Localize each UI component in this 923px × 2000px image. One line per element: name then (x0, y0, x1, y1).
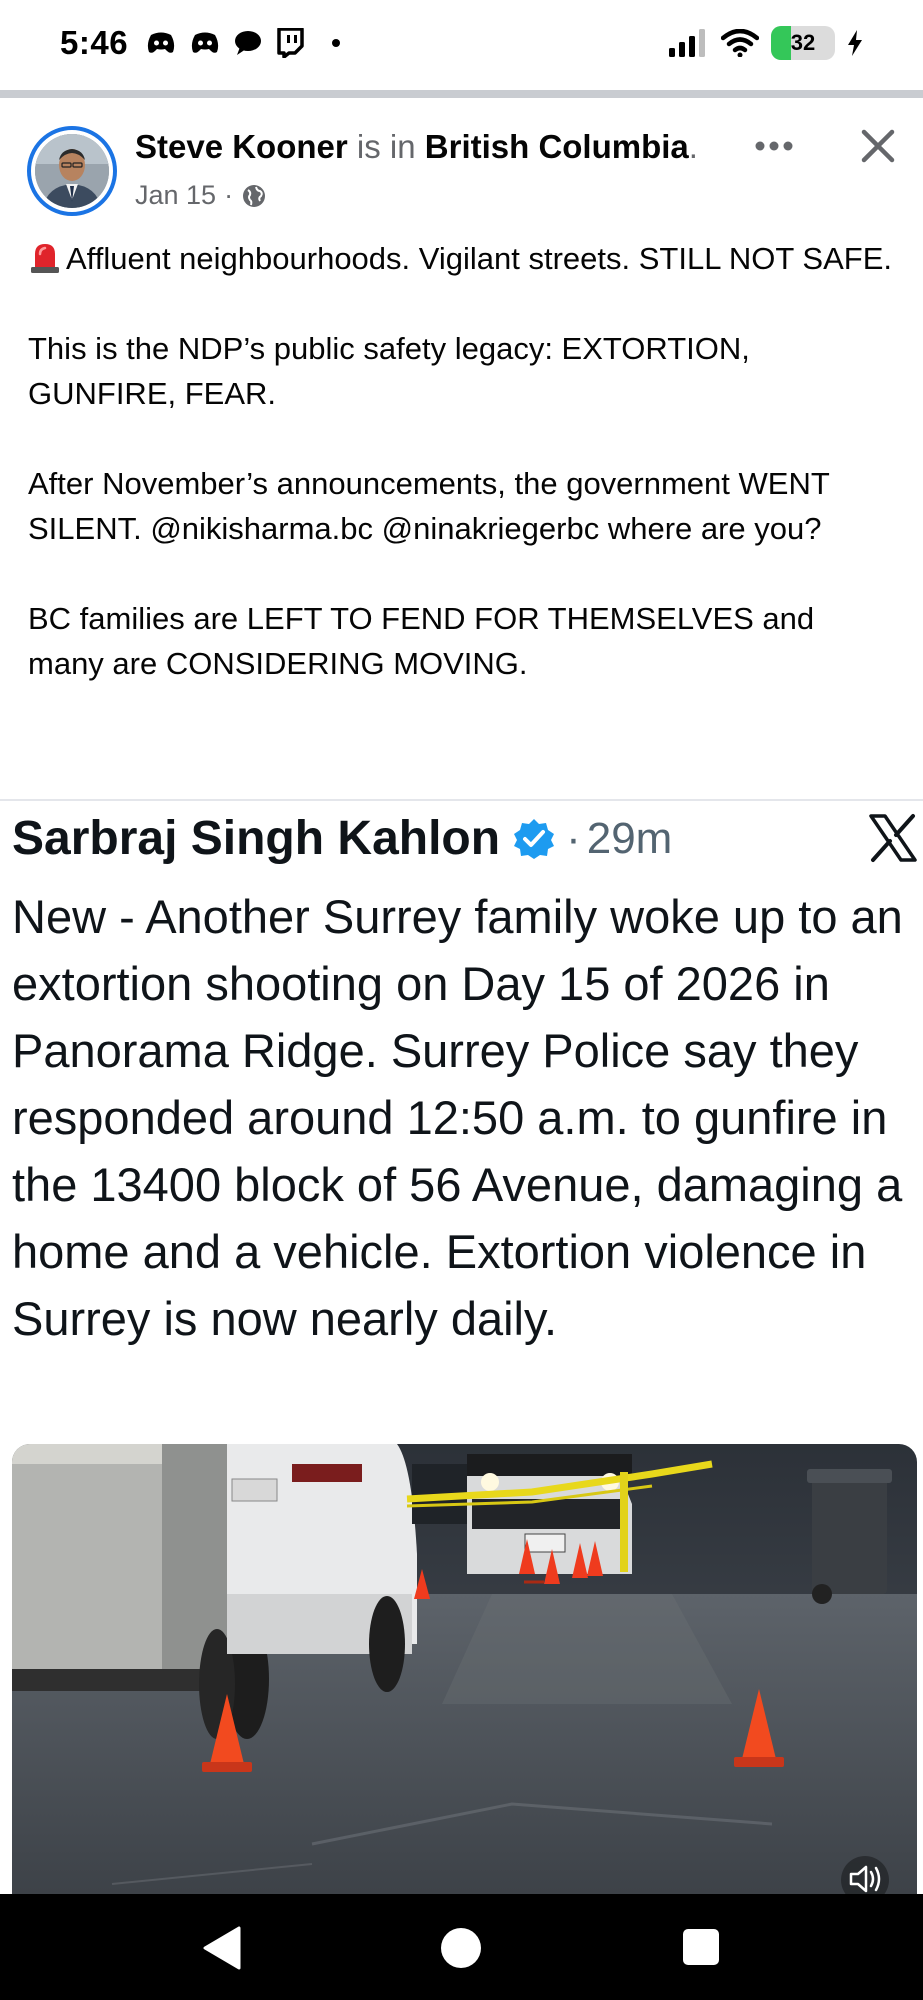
close-button[interactable] (852, 120, 904, 172)
sound-icon[interactable] (839, 1854, 891, 1894)
post-image[interactable]: Sarbraj Singh Kahlon · 29m New - Another… (0, 801, 923, 1894)
discord-icon (147, 32, 175, 53)
post-paragraph-1: Affluent neighbourhoods. Vigilant street… (66, 241, 892, 276)
wifi-icon (721, 29, 759, 57)
post-header: Steve Kooner is in British Columbia. Jan… (0, 100, 923, 228)
globe-icon (243, 184, 266, 207)
x-logo-icon (869, 814, 917, 862)
author-period: . (688, 128, 698, 165)
home-button[interactable] (441, 1928, 481, 1968)
twitch-icon (277, 28, 304, 58)
tweet-text: New - Another Surrey family woke up to a… (12, 890, 903, 1345)
author-name[interactable]: Steve Kooner (135, 128, 348, 165)
post-meta: Jan 15 · (135, 180, 267, 211)
close-icon (861, 129, 895, 163)
battery-level: 32 (790, 30, 816, 55)
notification-icons (146, 28, 340, 58)
status-bar: 5:46 32 (0, 0, 923, 90)
system-status: 32 (669, 26, 863, 60)
recent-apps-button[interactable] (683, 1929, 719, 1965)
author-connector: is in (347, 128, 425, 165)
author-location[interactable]: British Columbia (425, 128, 689, 165)
author-avatar[interactable] (27, 126, 117, 216)
verified-badge-icon (514, 818, 555, 859)
back-icon[interactable] (203, 1926, 243, 1970)
post-paragraph-3: After November’s announcements, the gove… (28, 466, 830, 546)
chat-bubble-icon (235, 31, 261, 55)
video-thumbnail[interactable] (12, 1444, 917, 1894)
post-paragraph: Affluent neighbourhoods. Vigilant street… (28, 236, 898, 281)
discord-icon (191, 32, 219, 53)
author-line: Steve Kooner is in British Columbia. (135, 128, 698, 166)
police-siren-icon (31, 244, 59, 273)
charging-icon (848, 30, 862, 56)
notification-dot (332, 39, 340, 47)
post-date[interactable]: Jan 15 (135, 180, 216, 211)
post-body: Affluent neighbourhoods. Vigilant street… (28, 236, 898, 686)
tweet-separator: · (566, 813, 581, 863)
tweet-header: Sarbraj Singh Kahlon · 29m (12, 811, 672, 866)
more-options-button[interactable] (752, 126, 796, 166)
battery-fill (771, 26, 792, 60)
navigation-bar (0, 1894, 923, 2000)
avatar-photo (35, 134, 109, 208)
post-paragraph-2: This is the NDP’s public safety legacy: … (28, 331, 750, 411)
more-horizontal-icon (755, 141, 793, 151)
post-paragraph-4: BC families are LEFT TO FEND FOR THEMSEL… (28, 601, 815, 681)
battery-icon: 32 (771, 26, 835, 60)
date-separator: · (224, 180, 234, 210)
status-time: 5:46 (60, 24, 129, 61)
tweet-time: 29m (586, 813, 673, 863)
status-divider (0, 90, 923, 98)
tweet-author: Sarbraj Singh Kahlon (12, 812, 501, 865)
signal-icon (669, 29, 705, 57)
